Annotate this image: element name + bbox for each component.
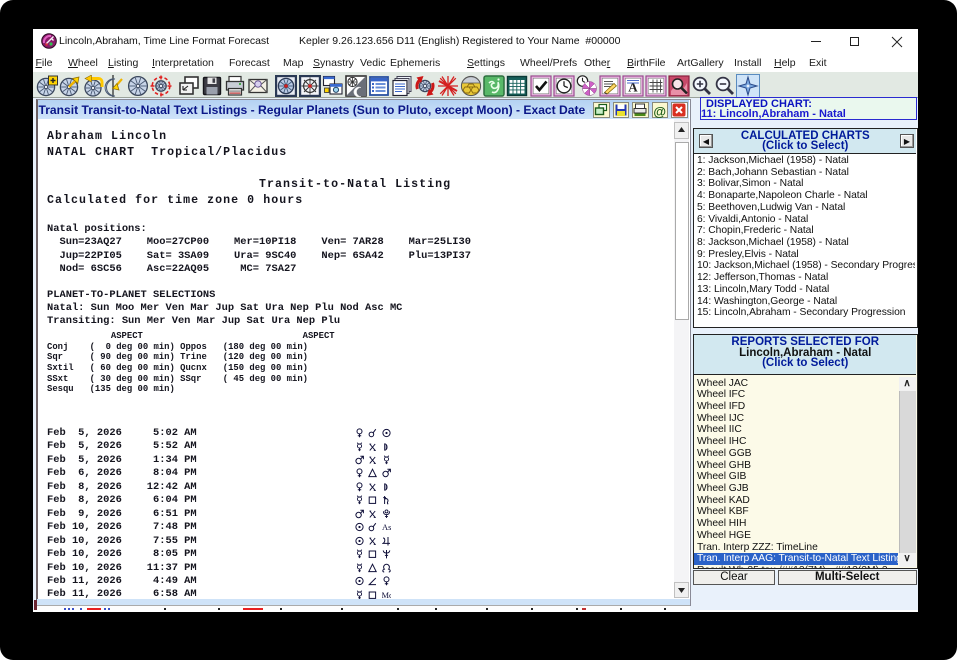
svg-text:As: As [382, 522, 391, 532]
svg-text:A: A [628, 79, 638, 94]
